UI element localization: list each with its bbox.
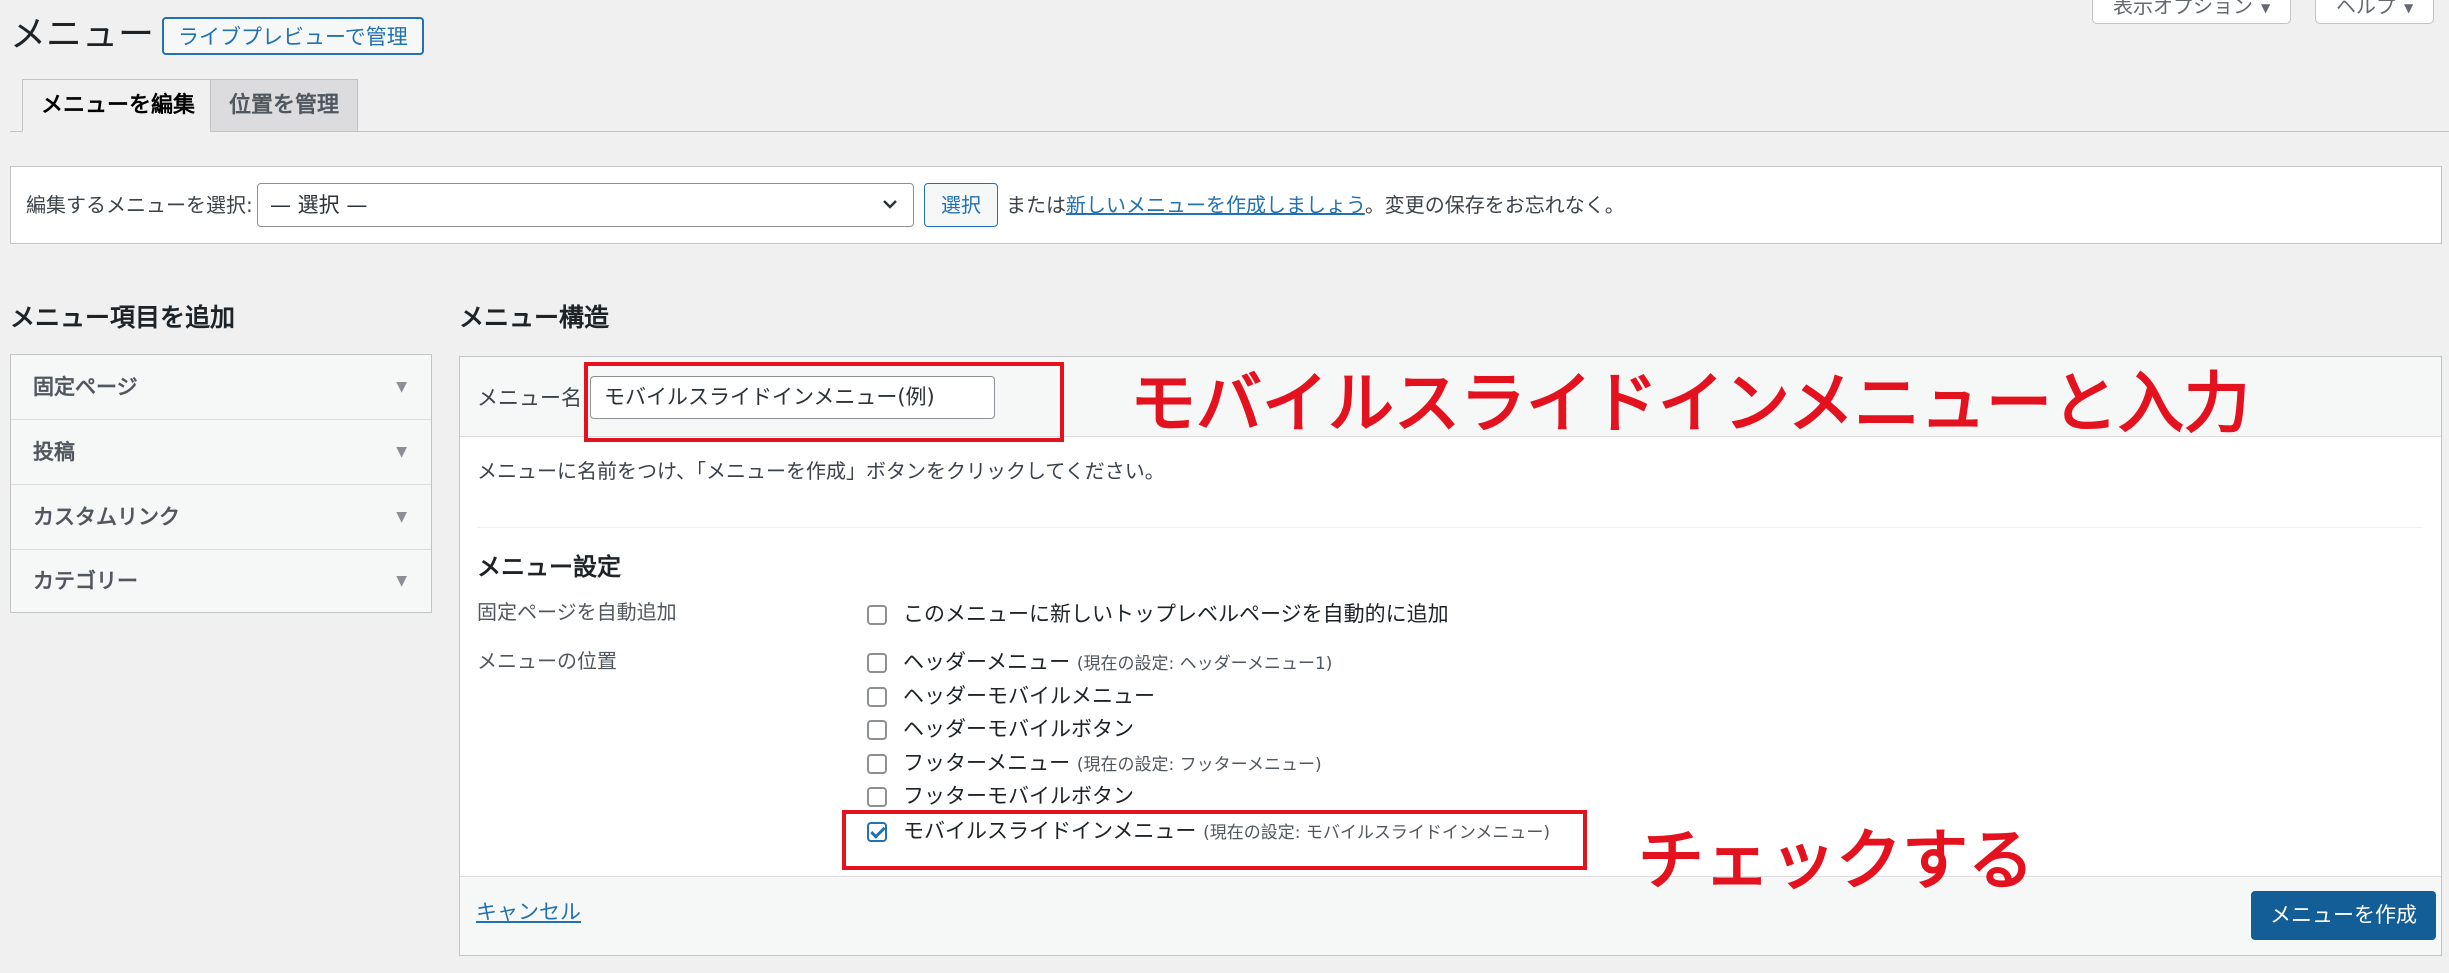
chevron-down-icon: [881, 184, 899, 242]
tab-edit-menus[interactable]: メニューを編集: [22, 79, 215, 132]
annotation-check-instruction: チェックする: [1638, 822, 2034, 899]
location-header-mobile-button[interactable]: ヘッダーモバイルボタン: [867, 715, 1134, 743]
help-label: ヘルプ: [2336, 0, 2396, 18]
nav-tab-divider: [10, 131, 2449, 132]
create-menu-button[interactable]: メニューを作成: [2251, 891, 2436, 940]
note-prefix: または: [1006, 193, 1066, 217]
triangle-down-icon: ▼: [396, 444, 407, 460]
menu-name-label: メニュー名: [477, 386, 582, 410]
location-current-note: (現在の設定: ヘッダーメニュー1): [1076, 654, 1333, 674]
menu-select-value: — 選択 —: [270, 193, 368, 217]
location-header-menu[interactable]: ヘッダーメニュー (現在の設定: ヘッダーメニュー1): [867, 648, 1332, 678]
menu-select-dropdown[interactable]: — 選択 —: [257, 183, 914, 227]
accordion-label: カスタムリンク: [33, 505, 180, 529]
location-label: フッターモバイルボタン: [903, 784, 1134, 808]
accordion-label: 固定ページ: [33, 375, 138, 399]
triangle-down-icon: ▼: [396, 573, 407, 589]
location-label: ヘッダーモバイルメニュー: [903, 684, 1155, 708]
location-checkbox[interactable]: [867, 653, 887, 673]
annotation-name-instruction: モバイルスライドインメニューと入力: [1130, 365, 2251, 442]
menu-settings-heading: メニュー設定: [477, 553, 621, 581]
location-label: ヘッダーモバイルボタン: [903, 717, 1134, 741]
accordion-custom-links[interactable]: カスタムリンク ▼: [11, 485, 431, 550]
note-suffix: 。変更の保存をお忘れなく。: [1364, 193, 1625, 217]
auto-add-pages-label: 固定ページを自動追加: [477, 600, 677, 624]
accordion-posts[interactable]: 投稿 ▼: [11, 420, 431, 485]
accordion-pages[interactable]: 固定ページ ▼: [11, 355, 431, 420]
screen-options-tab[interactable]: 表示オプション ▼: [2092, 0, 2292, 24]
location-checkbox[interactable]: [867, 754, 887, 774]
accordion-label: 投稿: [33, 440, 75, 464]
triangle-down-icon: ▼: [396, 509, 407, 525]
location-footer-mobile-button[interactable]: フッターモバイルボタン: [867, 782, 1134, 810]
accordion-label: カテゴリー: [33, 569, 138, 593]
location-checkbox[interactable]: [867, 720, 887, 740]
annotation-box-checkbox: [842, 810, 1587, 870]
caret-down-icon: ▼: [2404, 0, 2414, 15]
panel-divider: [477, 527, 2423, 528]
select-note: または新しいメニューを作成しましょう。変更の保存をお忘れなく。: [1006, 192, 1625, 218]
tab-manage-locations[interactable]: 位置を管理: [210, 79, 359, 132]
accordion-categories[interactable]: カテゴリー ▼: [11, 550, 431, 612]
location-checkbox[interactable]: [867, 687, 887, 707]
menu-name-hint: メニューに名前をつけ、「メニューを作成」ボタンをクリックしてください。: [477, 459, 1165, 483]
menu-items-accordion: 固定ページ ▼ 投稿 ▼ カスタムリンク ▼ カテゴリー ▼: [10, 354, 432, 613]
help-tab[interactable]: ヘルプ ▼: [2315, 0, 2435, 24]
auto-add-pages-option[interactable]: このメニューに新しいトップレベルページを自動的に追加: [867, 600, 1449, 628]
menu-structure-heading: メニュー構造: [459, 303, 610, 332]
auto-add-pages-text: このメニューに新しいトップレベルページを自動的に追加: [903, 602, 1449, 626]
create-new-menu-link[interactable]: 新しいメニューを作成しましょう: [1066, 193, 1365, 217]
caret-down-icon: ▼: [2261, 0, 2271, 15]
location-current-note: (現在の設定: フッターメニュー): [1076, 755, 1322, 775]
page-title: メニュー: [10, 14, 155, 55]
auto-add-pages-checkbox[interactable]: [867, 605, 887, 625]
menu-location-label: メニューの位置: [477, 649, 617, 673]
location-checkbox[interactable]: [867, 787, 887, 807]
triangle-down-icon: ▼: [396, 379, 407, 395]
location-header-mobile-menu[interactable]: ヘッダーモバイルメニュー: [867, 682, 1155, 710]
location-footer-menu[interactable]: フッターメニュー (現在の設定: フッターメニュー): [867, 749, 1322, 779]
menu-panel-footer: [460, 876, 2441, 955]
location-label: ヘッダーメニュー: [903, 650, 1071, 674]
select-menu-label: 編集するメニューを選択:: [26, 193, 253, 217]
screen-options-label: 表示オプション: [2113, 0, 2253, 18]
annotation-box-menu-name: [584, 362, 1064, 442]
select-button[interactable]: 選択: [924, 183, 998, 227]
cancel-link[interactable]: キャンセル: [476, 898, 581, 926]
location-label: フッターメニュー: [903, 751, 1071, 775]
live-preview-button[interactable]: ライブプレビューで管理: [162, 17, 424, 55]
add-menu-items-heading: メニュー項目を追加: [10, 303, 236, 332]
